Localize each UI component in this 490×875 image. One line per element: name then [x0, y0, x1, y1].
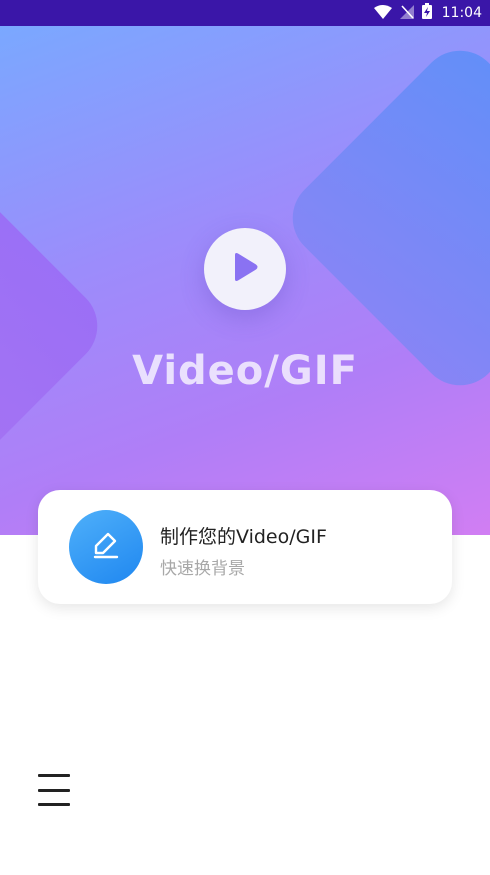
wifi-icon	[373, 4, 392, 23]
hamburger-menu-icon	[38, 774, 70, 777]
hero-banner: Video/GIF	[0, 26, 490, 535]
create-video-gif-card[interactable]: 制作您的Video/GIF 快速换背景	[38, 490, 452, 604]
status-bar: 11:04	[0, 0, 490, 26]
status-time: 11:04	[441, 5, 482, 21]
no-signal-icon	[399, 4, 414, 23]
card-icon-circle	[69, 510, 143, 584]
battery-charging-icon	[421, 3, 432, 23]
decorative-shape-left	[0, 142, 114, 510]
card-title: 制作您的Video/GIF	[160, 526, 327, 548]
status-icons: 11:04	[373, 0, 482, 26]
card-subtitle: 快速换背景	[160, 559, 245, 579]
hamburger-menu-icon	[38, 803, 70, 806]
menu-button[interactable]	[38, 772, 76, 808]
play-button[interactable]	[204, 228, 286, 310]
hero-title: Video/GIF	[132, 348, 358, 394]
hamburger-menu-icon	[38, 788, 70, 792]
play-icon	[231, 252, 259, 286]
edit-pen-icon	[89, 528, 123, 566]
decorative-shape-right	[276, 34, 490, 402]
